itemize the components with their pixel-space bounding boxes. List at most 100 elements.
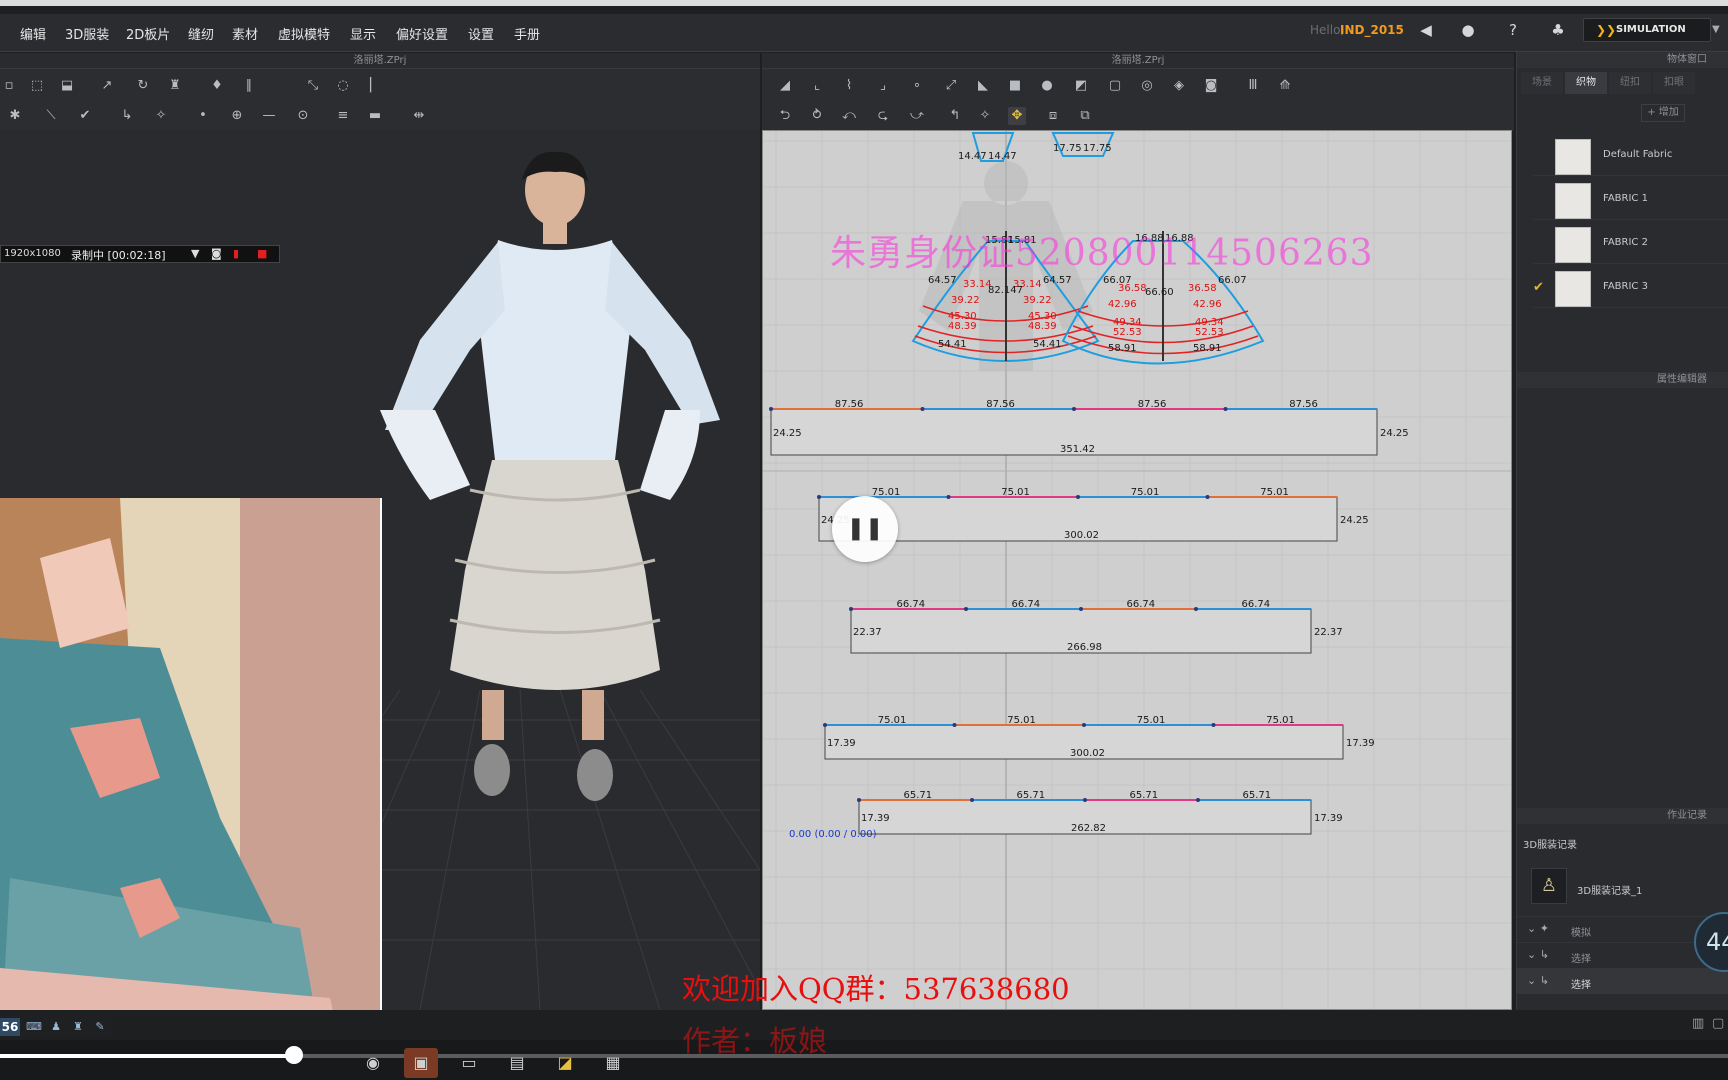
menu-2d-pattern[interactable]: 2D板片 [126, 24, 170, 43]
seam-point[interactable] [1196, 798, 1200, 802]
graphic-icon[interactable]: ⧉ [1076, 107, 1094, 125]
video-pause-button[interactable]: ❚❚ [832, 496, 898, 562]
recorder-dropdown-icon[interactable]: ▼ [191, 247, 199, 260]
line-icon[interactable]: — [260, 107, 278, 125]
pleat-icon[interactable]: Ⅲ [1244, 77, 1262, 95]
seam-point[interactable] [849, 607, 853, 611]
fabric-item[interactable]: FABRIC 2 [1533, 224, 1728, 264]
topstitch-icon[interactable]: ⊙ [294, 107, 312, 125]
stop-record-icon[interactable]: ■ [257, 247, 267, 260]
history-item[interactable]: ♙ 3D服装记录_1 [1531, 868, 1721, 908]
sew-icon[interactable]: ⟍ [42, 107, 60, 125]
fabric-item[interactable]: ✔ FABRIC 3 [1533, 268, 1728, 308]
tack-2d-icon[interactable]: ⤻ [908, 107, 926, 125]
avatar-garment[interactable] [380, 151, 720, 801]
seam-point[interactable] [1082, 723, 1086, 727]
pattern-shape-icon[interactable]: ◙ [1202, 77, 1220, 95]
arrange-icon[interactable]: ♦ [208, 77, 226, 95]
grain-icon[interactable]: ✧ [976, 107, 994, 125]
shirt-icon[interactable]: ♜ [166, 77, 184, 95]
people-icon[interactable]: ♟ [48, 1019, 64, 1035]
menu-manual[interactable]: 手册 [514, 24, 540, 43]
texture-icon[interactable]: ↰ [946, 107, 964, 125]
action-row[interactable]: ⌄ ↳ 选择 [1517, 968, 1728, 994]
segment-sew-icon[interactable]: ⮌ [776, 107, 794, 125]
free-sew-icon[interactable]: ⥁ [808, 107, 826, 125]
taskbar-chrome-icon[interactable]: ◉ [356, 1048, 390, 1078]
fold-icon[interactable]: ↻ [134, 77, 152, 95]
pin-icon[interactable]: ↗ [98, 77, 116, 95]
button-2d-icon[interactable]: ✥ [1008, 107, 1026, 125]
internal-rect-icon[interactable]: ▢ [1106, 77, 1124, 95]
seam-point[interactable] [1211, 723, 1216, 727]
zipper-icon[interactable]: ≡ [334, 107, 352, 125]
menu-display[interactable]: 显示 [350, 24, 376, 43]
dart-icon[interactable]: ◈ [1170, 77, 1188, 95]
point-icon[interactable]: • [194, 107, 212, 125]
help-icon[interactable]: ? [1503, 20, 1523, 40]
check-sew-icon[interactable]: ⮎ [874, 107, 892, 125]
seam-point[interactable] [817, 495, 821, 499]
expand-icon[interactable]: ▢ [1712, 1016, 1724, 1031]
buttonhole-icon[interactable]: ⧈ [1044, 107, 1062, 125]
seam-point[interactable] [1083, 798, 1087, 802]
taskbar-app-icon[interactable]: ▣ [404, 1048, 438, 1078]
sew-line-icon[interactable]: ⤢ [942, 77, 960, 95]
avatar-pose-icon[interactable]: ✱ [6, 107, 24, 125]
seam-point[interactable] [1072, 407, 1076, 411]
menu-avatar[interactable]: 虚拟模特 [278, 24, 330, 43]
piping-icon[interactable]: ▬ [366, 107, 384, 125]
shirt-bottom-icon[interactable]: ♜ [70, 1019, 86, 1035]
add-point-icon[interactable]: ∘ [908, 77, 926, 95]
fabric-item[interactable]: Default Fabric [1533, 136, 1728, 176]
tab-button[interactable]: 纽扣 [1609, 72, 1651, 94]
video-progress-knob[interactable] [284, 1046, 303, 1064]
transform-icon[interactable]: ⬚ [28, 77, 46, 95]
seam-point[interactable] [769, 407, 773, 411]
keyboard-icon[interactable]: ⌨ [26, 1019, 42, 1035]
menu-3d-garment[interactable]: 3D服装 [65, 24, 109, 43]
ruler-icon[interactable]: ▏ [366, 77, 384, 95]
tack-icon[interactable]: ∥ [240, 77, 258, 95]
seam-point[interactable] [920, 407, 925, 411]
seam-point[interactable] [823, 723, 827, 727]
needle-icon[interactable]: ✔ [76, 107, 94, 125]
seam-point[interactable] [970, 798, 974, 802]
ellipse-icon[interactable]: ● [1038, 77, 1056, 95]
polygon-icon[interactable]: ◣ [974, 77, 992, 95]
seam-point[interactable] [1079, 607, 1083, 611]
ruffle-pattern-pieces[interactable]: 87.56 87.56 87.56 87.56 24.25 24.25 351.42 75.0… [769, 399, 1409, 835]
seam-point[interactable] [964, 607, 968, 611]
tab-fabric[interactable]: 织物 [1565, 72, 1607, 94]
segment-icon[interactable]: ↳ [118, 107, 136, 125]
seam-point[interactable] [946, 495, 951, 499]
layout-icon[interactable]: ▥ [1692, 1016, 1704, 1031]
seam-point[interactable] [1076, 495, 1080, 499]
move-icon[interactable]: ⬓ [58, 77, 76, 95]
rectangle-icon[interactable]: ■ [1006, 77, 1024, 95]
circle-icon[interactable]: ⊕ [228, 107, 246, 125]
user-icon[interactable]: ● [1458, 20, 1478, 40]
taskbar-clo-icon[interactable]: ◪ [548, 1048, 582, 1078]
menu-settings[interactable]: 设置 [468, 24, 494, 43]
taskbar-window-icon[interactable]: ▤ [500, 1048, 534, 1078]
seam-point[interactable] [1205, 495, 1210, 499]
select-icon[interactable]: ▫ [0, 77, 18, 95]
curve-point-icon[interactable]: ⌟ [874, 77, 892, 95]
taskbar-folder-icon[interactable]: ▭ [452, 1048, 486, 1078]
menu-preferences[interactable]: 偏好设置 [396, 24, 448, 43]
simulation-button[interactable]: ❯❯ SIMULATION [1583, 18, 1711, 42]
add-fabric-button[interactable]: + 增加 [1641, 104, 1685, 122]
volume-icon[interactable]: ◀ [1416, 20, 1436, 40]
seam-point[interactable] [1194, 607, 1198, 611]
tab-scene[interactable]: 场景 [1521, 72, 1563, 94]
garment-icon[interactable]: ♣ [1548, 20, 1568, 40]
edit-curve-icon[interactable]: ⌇ [840, 77, 858, 95]
camera-icon[interactable]: ◙ [211, 247, 222, 260]
tab-buttonhole[interactable]: 扣眼 [1653, 72, 1695, 94]
pause-record-icon[interactable]: ▮ [233, 247, 239, 260]
seam-point[interactable] [952, 723, 957, 727]
lasso-icon[interactable]: ◌ [334, 77, 352, 95]
fold-arrange-icon[interactable]: ⟰ [1276, 77, 1294, 95]
seam-point[interactable] [1223, 407, 1228, 411]
